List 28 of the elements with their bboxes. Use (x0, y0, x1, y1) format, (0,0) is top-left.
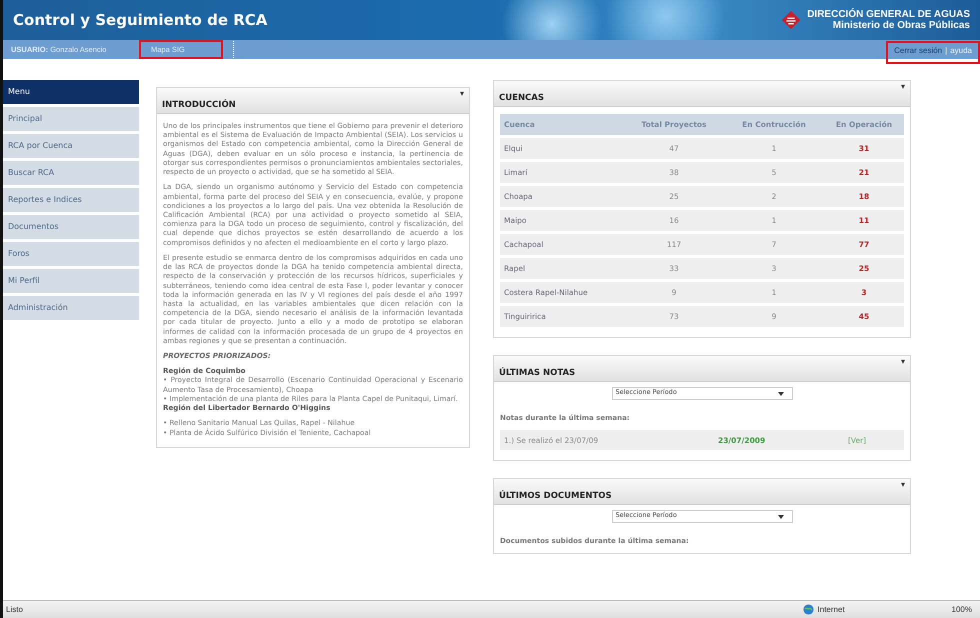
collapse-button[interactable]: ▾ (460, 89, 464, 98)
help-link[interactable]: ayuda (950, 46, 972, 55)
status-text: Listo (6, 605, 23, 614)
app-title: Control y Seguimiento de RCA (13, 11, 268, 29)
logout-link[interactable]: Cerrar sesión (894, 46, 942, 55)
panel-title: ÚLTIMOS DOCUMENTOS (499, 491, 612, 501)
sidebar-item[interactable]: Menu (3, 80, 139, 104)
sidebar-item[interactable]: Principal (3, 107, 139, 131)
zoom-level[interactable]: 100% (952, 605, 972, 614)
sidebar-item[interactable]: Buscar RCA (3, 161, 139, 185)
collapse-button[interactable]: ▾ (900, 480, 905, 489)
sidebar-item[interactable]: Mi Perfil (3, 269, 139, 293)
separator: | (945, 46, 948, 55)
sidebar-item[interactable]: Reportes e Indices (3, 188, 139, 212)
org-name: DIRECCIÓN GENERAL DE AGUAS (807, 9, 970, 20)
sidebar-item[interactable]: Administración (3, 296, 139, 320)
panel-title: CUENCAS (499, 93, 544, 103)
logo-icon (780, 9, 802, 31)
collapse-button[interactable]: ▾ (900, 82, 905, 91)
sidebar-item[interactable]: Foros (3, 242, 139, 266)
collapse-button[interactable]: ▾ (900, 357, 905, 366)
sidebar-item[interactable]: RCA por Cuenca (3, 134, 139, 158)
sidebar-item[interactable]: Documentos (3, 215, 139, 239)
panel-title: INTRODUCCIÓN (162, 100, 236, 110)
panel-title: ÚLTIMAS NOTAS (499, 368, 576, 378)
zone-text: Internet (818, 605, 846, 614)
globe-icon (802, 604, 814, 615)
org-subtitle: Ministerio de Obras Públicas (832, 20, 970, 31)
